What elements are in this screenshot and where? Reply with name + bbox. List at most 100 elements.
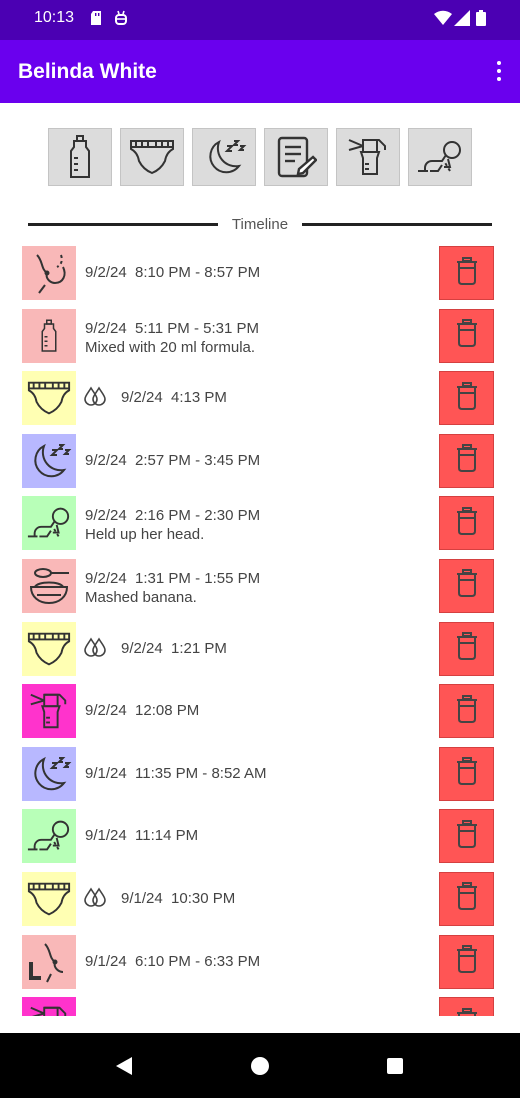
trash-icon (455, 381, 479, 415)
sleep-moon-icon (22, 433, 76, 488)
usb-debug-icon (114, 10, 128, 31)
divider-line-right (302, 223, 492, 226)
wet-drops-icon (83, 637, 107, 662)
entry-time: 9/2/24 2:16 PM - 2:30 PM (85, 507, 261, 525)
trash-icon (455, 506, 479, 540)
delete-entry-button[interactable] (439, 246, 494, 300)
entry-time: 9/2/24 1:31 PM - 1:55 PM (85, 569, 261, 587)
entry-text: 9/2/24 12:08 PM (85, 701, 199, 720)
entry-text: 9/2/24 2:16 PM - 2:30 PM Held up her head… (85, 506, 260, 544)
diaper-button[interactable] (120, 128, 184, 186)
sleep-moon-icon (22, 746, 76, 801)
entry-time: 9/2/24 1:21 PM (121, 639, 227, 657)
breastfeed-icon (22, 246, 76, 300)
timeline-entry[interactable]: 9/2/24 5:11 PM - 5:31 PM Mixed with 20 ml… (22, 308, 494, 372)
timeline-entry[interactable]: 9/2/24 2:57 PM - 3:45 PM (22, 433, 494, 497)
entry-note: Held up her head. (85, 526, 205, 544)
delete-entry-button[interactable] (439, 746, 494, 801)
trash-icon (455, 632, 479, 665)
diaper-icon (22, 871, 76, 926)
delete-entry-button[interactable] (439, 809, 494, 864)
entry-note: Mixed with 20 ml formula. (85, 338, 256, 356)
timeline-entry[interactable] (22, 997, 494, 1016)
entry-time: 9/2/24 8:10 PM - 8:57 PM (85, 264, 261, 281)
entry-text: 9/2/24 1:21 PM (121, 639, 227, 658)
timeline-entry[interactable]: 9/2/24 2:16 PM - 2:30 PM Held up her head… (22, 496, 494, 559)
timeline-entry[interactable]: 9/2/24 1:21 PM (22, 621, 494, 685)
diaper-icon (22, 371, 76, 426)
entry-time: 9/2/24 5:11 PM - 5:31 PM (85, 319, 259, 337)
status-bar: 10:13 (0, 0, 520, 40)
timeline-entry[interactable]: 9/2/24 12:08 PM (22, 684, 494, 747)
breastfeed-left-icon (22, 934, 76, 989)
delete-entry-button[interactable] (439, 871, 494, 926)
pump-button[interactable] (336, 128, 400, 186)
timeline-entry[interactable]: 9/1/24 11:14 PM (22, 809, 494, 872)
home-icon[interactable] (250, 1055, 270, 1082)
trash-icon (455, 1007, 479, 1016)
signal-icon (454, 10, 470, 31)
delete-entry-button[interactable] (439, 997, 494, 1016)
entry-text: 9/2/24 2:57 PM - 3:45 PM (85, 451, 260, 470)
tummy-time-icon (22, 809, 76, 864)
sleep-moon-icon (209, 139, 247, 174)
delete-entry-button[interactable] (439, 684, 494, 739)
delete-entry-button[interactable] (439, 934, 494, 989)
wet-drops-icon (83, 386, 107, 411)
entry-text: 9/2/24 1:31 PM - 1:55 PM Mashed banana. (85, 569, 260, 607)
overflow-menu-icon[interactable] (492, 59, 506, 83)
wifi-icon (434, 10, 452, 31)
entry-text: 9/2/24 5:11 PM - 5:31 PM Mixed with 20 ml… (85, 319, 259, 357)
trash-icon (455, 444, 479, 477)
wet-drops-icon (83, 887, 107, 912)
trash-icon (455, 319, 479, 352)
bottle-icon (22, 308, 76, 363)
recents-icon[interactable] (386, 1055, 404, 1082)
app-bar: Belinda White (0, 40, 520, 103)
entry-note: Mashed banana. (85, 588, 197, 606)
timeline-entry[interactable]: 9/2/24 1:31 PM - 1:55 PM Mashed banana. (22, 558, 494, 622)
diaper-icon (130, 140, 174, 175)
entry-text: 9/1/24 10:30 PM (121, 889, 235, 908)
action-toolbar (48, 128, 472, 186)
trash-icon (455, 694, 479, 728)
status-time: 10:13 (34, 9, 75, 26)
entry-time: 9/2/24 12:08 PM (85, 702, 200, 720)
timeline-entry[interactable]: 9/2/24 4:13 PM (22, 371, 494, 434)
delete-entry-button[interactable] (439, 308, 494, 363)
system-nav-bar (0, 1033, 520, 1098)
bottle-button[interactable] (48, 128, 112, 186)
timeline-list[interactable]: 9/2/24 8:10 PM - 8:57 PM 9/2/24 5:11 PM -… (22, 246, 494, 1016)
delete-entry-button[interactable] (439, 371, 494, 426)
tummy-time-button[interactable] (408, 128, 472, 186)
trash-icon (455, 569, 479, 602)
delete-entry-button[interactable] (439, 558, 494, 613)
entry-text: 9/1/24 11:35 PM - 8:52 AM (85, 764, 267, 783)
breast-pump-icon (22, 684, 76, 739)
timeline-entry[interactable]: 9/1/24 10:30 PM (22, 871, 494, 935)
entry-time: 9/1/24 11:14 PM (85, 827, 199, 845)
tummy-time-icon (22, 496, 76, 551)
entry-time: 9/1/24 11:35 PM - 8:52 AM (85, 764, 267, 782)
breast-pump-icon (348, 139, 386, 175)
note-button[interactable] (264, 128, 328, 186)
delete-entry-button[interactable] (439, 621, 494, 676)
entry-time: 9/2/24 4:13 PM (121, 389, 227, 407)
trash-icon (455, 819, 479, 853)
trash-icon (455, 882, 479, 915)
timeline-entry[interactable]: 9/1/24 6:10 PM - 6:33 PM (22, 934, 494, 998)
entry-text: 9/1/24 11:14 PM (85, 826, 198, 845)
sleep-button[interactable] (192, 128, 256, 186)
back-icon[interactable] (114, 1055, 134, 1082)
entry-text: 9/2/24 4:13 PM (121, 388, 227, 407)
breast-pump-icon (22, 997, 76, 1016)
note-pencil-icon (277, 136, 317, 178)
trash-icon (455, 757, 479, 790)
timeline-entry[interactable]: 9/2/24 8:10 PM - 8:57 PM (22, 246, 494, 309)
entry-time: 9/1/24 10:30 PM (121, 889, 236, 907)
delete-entry-button[interactable] (439, 496, 494, 551)
app-title: Belinda White (18, 60, 157, 83)
tummy-time-icon (418, 141, 461, 172)
delete-entry-button[interactable] (439, 433, 494, 488)
timeline-entry[interactable]: 9/1/24 11:35 PM - 8:52 AM (22, 746, 494, 810)
